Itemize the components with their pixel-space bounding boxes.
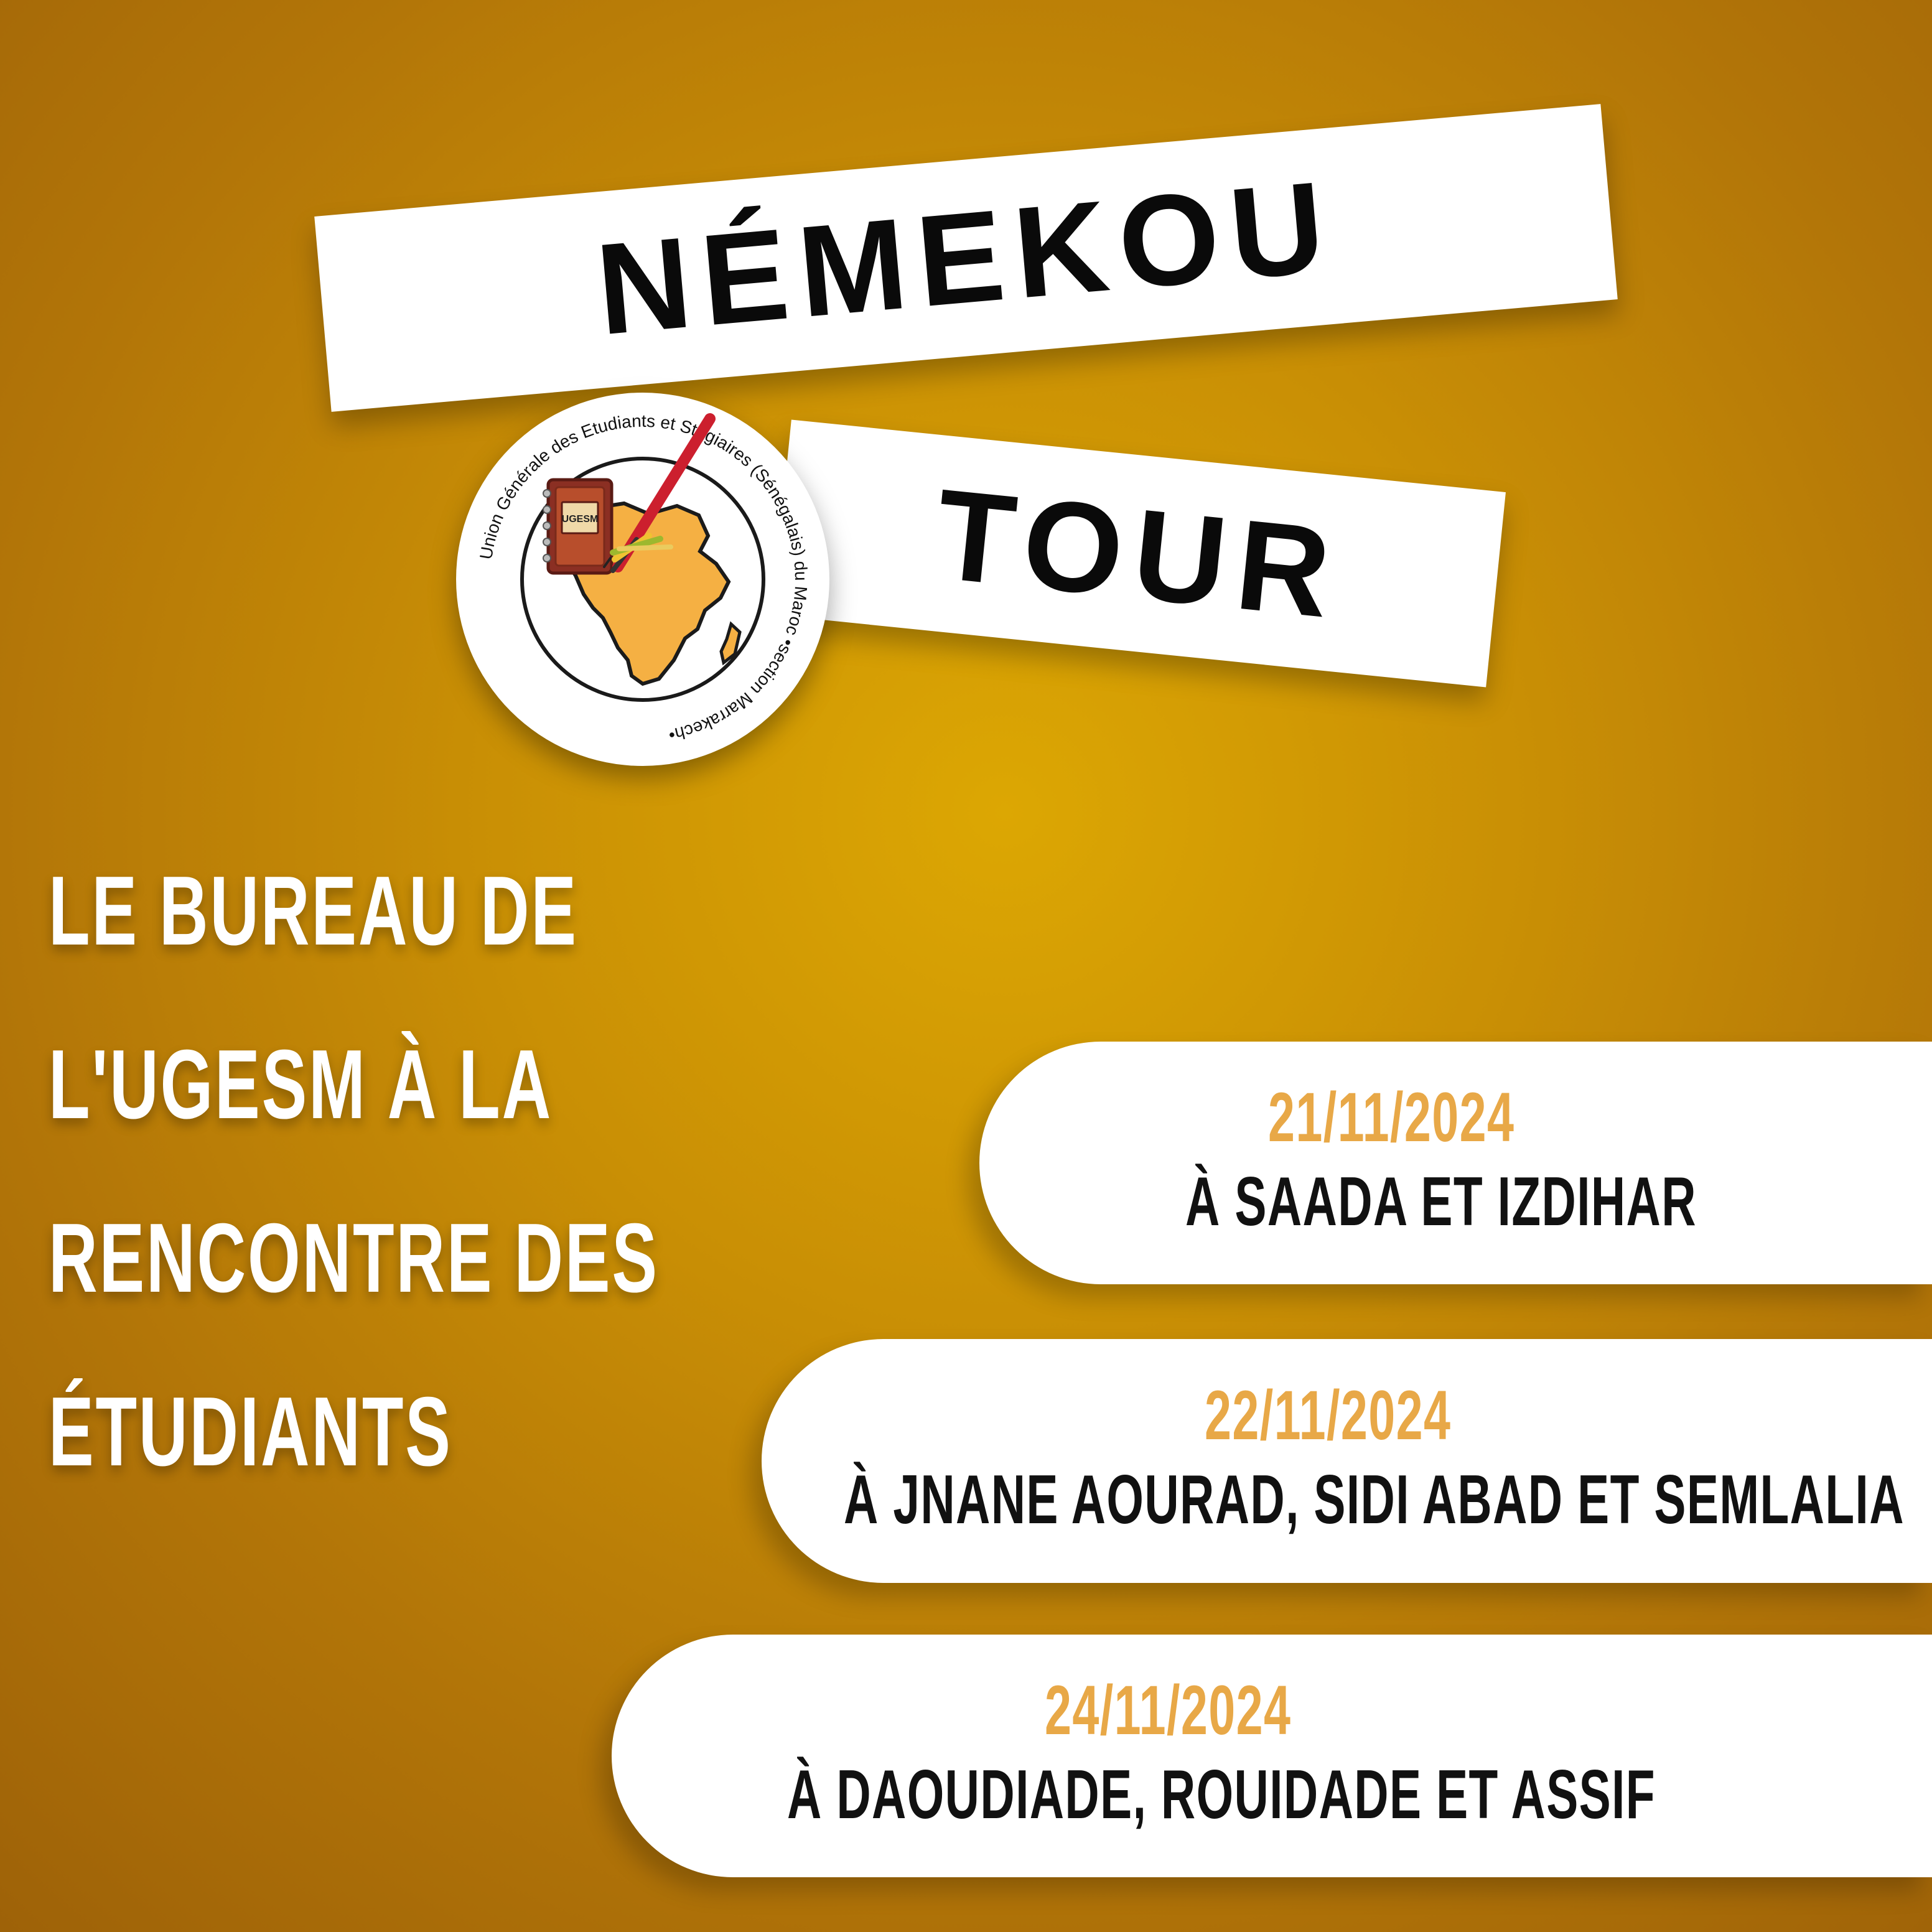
event-place-1: À SAADA ET IZDIHAR — [1185, 1163, 1697, 1240]
event-place-2: À JNANE AOURAD, SIDI ABAD ET SEMLALIA — [844, 1461, 1905, 1538]
headline-line-2: L'UGESM À LA — [49, 1030, 553, 1139]
title-line-2: TOUR — [930, 462, 1348, 645]
event-date-3: 24/11/2024 — [1045, 1671, 1292, 1749]
event-card-2: 22/11/2024 À JNANE AOURAD, SIDI ABAD ET … — [762, 1339, 1932, 1583]
ugesm-logo: Union Générale des Etudiants et Stagiair… — [456, 393, 829, 766]
event-card-1: 21/11/2024 À SAADA ET IZDIHAR — [979, 1042, 1932, 1284]
poster-canvas: NÉMEKOU TOUR Union Générale des Etudiant… — [0, 0, 1932, 1932]
headline-line-4: ÉTUDIANTS — [49, 1377, 452, 1486]
event-card-3: 24/11/2024 À DAOUDIADE, ROUIDADE ET ASSI… — [612, 1635, 1932, 1877]
title-line-1-box: NÉMEKOU — [314, 104, 1618, 412]
title-line-2-box: TOUR — [772, 419, 1506, 688]
event-date-1: 21/11/2024 — [1268, 1078, 1515, 1156]
book-icon: UGESM — [543, 478, 614, 575]
headline-line-1: LE BUREAU DE — [49, 856, 578, 966]
title-line-1: NÉMEKOU — [591, 154, 1341, 362]
event-place-3: À DAOUDIADE, ROUIDADE ET ASSIF — [787, 1756, 1656, 1833]
headline-block: LE BUREAU DE L'UGESM À LA RENCONTRE DES … — [49, 824, 783, 1519]
event-date-2: 22/11/2024 — [1205, 1376, 1452, 1454]
ugesm-logo-graphic: Union Générale des Etudiants et Stagiair… — [461, 398, 824, 761]
logo-book-label: UGESM — [562, 514, 599, 525]
headline-line-3: RENCONTRE DES — [49, 1203, 659, 1313]
